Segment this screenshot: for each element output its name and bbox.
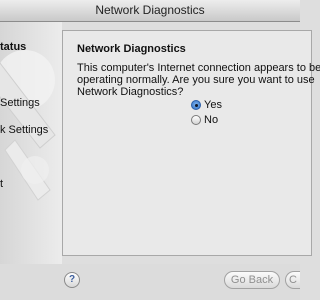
continue-button[interactable]: C [285,271,300,289]
window-title: Network Diagnostics [0,0,300,22]
network-cable-icon [0,50,56,201]
footer: ? Go Back C [0,264,300,300]
option-no[interactable]: No [191,114,218,126]
sidebar-item-status[interactable]: tatus [0,41,26,53]
option-no-label: No [204,114,219,126]
radio-yes[interactable] [191,100,201,110]
sidebar-item-settings[interactable]: Settings [0,97,40,109]
sidebar: tatus Settings k Settings t [0,22,62,264]
go-back-button[interactable]: Go Back [224,271,280,289]
sidebar-item-last[interactable]: t [0,178,3,190]
help-button[interactable]: ? [64,272,80,288]
option-yes-label: Yes [204,99,222,111]
radio-no[interactable] [191,115,201,125]
panel-heading: Network Diagnostics [77,43,186,55]
content-panel: Network Diagnostics This computer's Inte… [62,30,320,256]
option-yes[interactable]: Yes [191,99,222,111]
panel-message: This computer's Internet connection appe… [77,62,320,98]
sidebar-item-network-settings[interactable]: k Settings [0,124,48,136]
